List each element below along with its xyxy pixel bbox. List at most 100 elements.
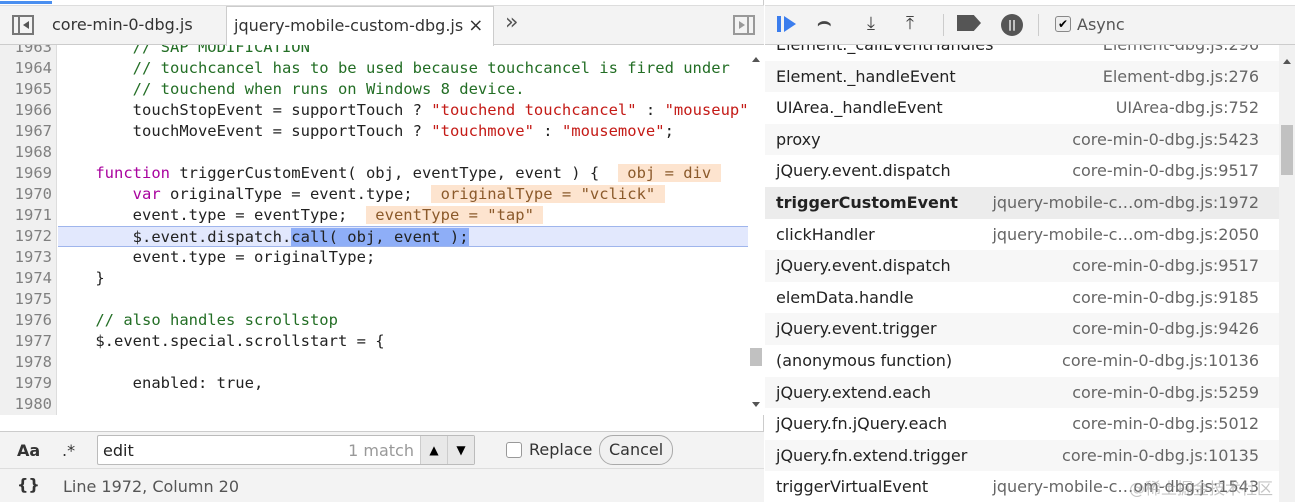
frame-location[interactable]: UIArea-dbg.js:752: [1116, 92, 1259, 124]
resume-icon[interactable]: [777, 16, 781, 32]
code-line: event.type = originalType;: [58, 247, 748, 268]
call-frame[interactable]: Element._callEventHandles Element-dbg.js:…: [765, 45, 1279, 61]
call-frame[interactable]: (anonymous function) core-min-0-dbg.js:10…: [765, 345, 1279, 377]
resume-play-icon[interactable]: [784, 16, 796, 32]
tab-core-min[interactable]: core-min-0-dbg.js: [52, 6, 193, 45]
regex-toggle[interactable]: .*: [62, 441, 75, 460]
code-token: $.event.dispatch.: [58, 228, 292, 246]
code-token: "touchend touchcancel": [431, 101, 637, 119]
call-frame[interactable]: jQuery.fn.jQuery.each core-min-0-dbg.js:5…: [765, 408, 1279, 440]
line-number[interactable]: 1968: [0, 142, 52, 163]
search-input[interactable]: edit 1 match ▲ ▼: [97, 435, 475, 465]
code-token: $.event.special.scrollstart = {: [58, 332, 385, 350]
code-token: // SAP MODIFICATION: [58, 45, 310, 56]
call-frame[interactable]: jQuery.event.trigger core-min-0-dbg.js:94…: [765, 313, 1279, 345]
previous-match-button[interactable]: ▲: [420, 436, 447, 464]
line-number[interactable]: 1964: [0, 58, 52, 79]
frame-location[interactable]: core-min-0-dbg.js:9426: [1072, 313, 1259, 345]
frame-location[interactable]: core-min-0-dbg.js:9185: [1072, 282, 1259, 314]
line-number[interactable]: 1974: [0, 268, 52, 289]
frame-location[interactable]: Element-dbg.js:276: [1103, 61, 1259, 93]
tab-label: jquery-mobile-custom-dbg.js: [234, 16, 464, 35]
toggle-navigator-icon[interactable]: [12, 15, 34, 35]
frame-location[interactable]: core-min-0-dbg.js:9517: [1072, 250, 1259, 282]
code-token: // touchcancel has to be used because to…: [58, 59, 730, 77]
next-match-button[interactable]: ▼: [447, 436, 474, 464]
match-case-toggle[interactable]: Aa: [17, 441, 40, 460]
code-token: }: [58, 269, 105, 287]
call-frame[interactable]: elemData.handle core-min-0-dbg.js:9185: [765, 281, 1279, 314]
frame-function: jQuery.event.dispatch: [776, 161, 951, 181]
scroll-thumb[interactable]: [750, 348, 762, 366]
line-number[interactable]: 1979: [0, 373, 52, 394]
line-number[interactable]: 1972: [0, 226, 52, 247]
line-number[interactable]: 1969: [0, 163, 52, 184]
code-line: function triggerCustomEvent( obj, eventT…: [58, 163, 748, 184]
code-line: var originalType = event.type; originalT…: [58, 184, 748, 205]
async-label[interactable]: Async: [1077, 15, 1125, 34]
line-number[interactable]: 1967: [0, 121, 52, 142]
frame-location[interactable]: Element-dbg.js:296: [1103, 45, 1259, 61]
code-token: "touchmove": [431, 122, 534, 140]
vertical-scrollbar[interactable]: [748, 45, 764, 415]
code-line: // touchend when runs on Windows 8 devic…: [58, 79, 748, 100]
line-number[interactable]: 1971: [0, 205, 52, 226]
line-number[interactable]: 1963: [0, 45, 52, 58]
frame-location[interactable]: jquery-mobile-c…om-dbg.js:1972: [992, 187, 1259, 219]
line-number[interactable]: 1980: [0, 394, 52, 415]
call-frame[interactable]: clickHandler jquery-mobile-c…om-dbg.js:20…: [765, 218, 1279, 251]
call-frame[interactable]: proxy core-min-0-dbg.js:5423: [765, 123, 1279, 156]
more-tabs-icon[interactable]: »: [505, 10, 518, 35]
call-frame[interactable]: jQuery.extend.each core-min-0-dbg.js:5259: [765, 376, 1279, 409]
code-editor[interactable]: 1963 1964 1965 1966 1967 1968 1969 1970 1971 1972…: [0, 45, 764, 415]
tab-jquery-mobile[interactable]: jquery-mobile-custom-dbg.js ×: [226, 6, 494, 46]
frame-function: jQuery.event.dispatch: [776, 256, 951, 276]
replace-checkbox[interactable]: [506, 442, 522, 458]
call-stack-scrollbar[interactable]: [1279, 45, 1295, 502]
scroll-thumb[interactable]: [1281, 125, 1293, 175]
async-checkbox[interactable]: ✔: [1055, 16, 1071, 32]
code-token: "mouseup";: [664, 101, 758, 119]
pretty-print-icon[interactable]: {}: [17, 475, 40, 494]
step-into-icon[interactable]: ⤓: [867, 13, 875, 34]
call-frame[interactable]: Element._handleEvent Element-dbg.js:276: [765, 60, 1279, 93]
close-tab-icon[interactable]: ×: [468, 15, 483, 36]
step-out-icon[interactable]: ⤒: [906, 13, 914, 34]
deactivate-breakpoints-icon[interactable]: [957, 15, 981, 31]
frame-location[interactable]: core-min-0-dbg.js:5423: [1072, 124, 1259, 156]
line-number[interactable]: 1973: [0, 247, 52, 268]
call-frame[interactable]: jQuery.fn.extend.trigger core-min-0-dbg.j…: [765, 439, 1279, 472]
step-over-icon[interactable]: ⌢: [817, 10, 831, 35]
frame-function: (anonymous function): [776, 351, 953, 370]
line-number[interactable]: 1965: [0, 79, 52, 100]
line-number[interactable]: 1976: [0, 310, 52, 331]
call-stack-list: Element._callEventHandles Element-dbg.js:…: [765, 45, 1279, 502]
call-frame[interactable]: jQuery.event.dispatch core-min-0-dbg.js:9…: [765, 250, 1279, 282]
call-frame[interactable]: jQuery.event.dispatch core-min-0-dbg.js:9…: [765, 155, 1279, 187]
frame-location[interactable]: core-min-0-dbg.js:9517: [1072, 155, 1259, 187]
frame-function: triggerCustomEvent: [776, 193, 958, 212]
line-number[interactable]: 1975: [0, 289, 52, 310]
line-gutter[interactable]: 1963 1964 1965 1966 1967 1968 1969 1970 1971 1972…: [0, 45, 57, 415]
line-number[interactable]: 1966: [0, 100, 52, 121]
frame-function: elemData.handle: [776, 287, 914, 307]
call-frame[interactable]: UIArea._handleEvent UIArea-dbg.js:752: [765, 92, 1279, 124]
line-number[interactable]: 1977: [0, 331, 52, 352]
line-number[interactable]: 1978: [0, 352, 52, 373]
replace-label[interactable]: Replace: [529, 440, 592, 459]
pause-on-exceptions-icon[interactable]: ||: [1001, 14, 1023, 36]
cancel-button[interactable]: Cancel: [599, 435, 674, 465]
line-number[interactable]: 1970: [0, 184, 52, 205]
frame-location[interactable]: core-min-0-dbg.js:5259: [1072, 377, 1259, 409]
toggle-debugger-icon[interactable]: [733, 15, 755, 35]
call-frame[interactable]: triggerCustomEvent jquery-mobile-c…om-dbg…: [765, 187, 1279, 219]
frame-location[interactable]: core-min-0-dbg.js:10136: [1062, 345, 1259, 377]
frame-location[interactable]: jquery-mobile-c…om-dbg.js:2050: [992, 219, 1259, 251]
code-token: event.type = eventType;: [58, 206, 366, 224]
frame-location[interactable]: core-min-0-dbg.js:10135: [1062, 440, 1259, 472]
frame-location[interactable]: core-min-0-dbg.js:5012: [1072, 408, 1259, 440]
